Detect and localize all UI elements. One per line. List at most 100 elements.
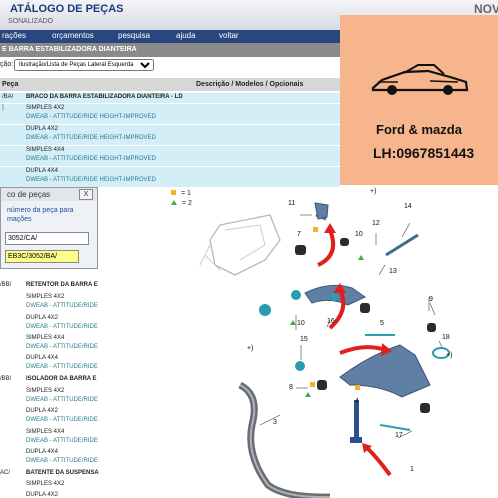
variant-detail: DWEAB - ATTITUDE/RIDE xyxy=(26,438,98,444)
callout-8: 8 xyxy=(289,384,293,391)
variant-name: SIMPLES 4X2 xyxy=(26,105,65,111)
popup-title: co de peças xyxy=(7,190,51,199)
group-description: RETENTOR DA BARRA E xyxy=(26,282,98,288)
table-row-group[interactable]: AC/ BATENTE DA SUSPENSA xyxy=(0,470,100,479)
view-selector-row: ção: Ilustração/Lista de Peças Lateral E… xyxy=(0,59,154,71)
callout-11: 11 xyxy=(288,200,296,207)
app-subtitle: SONALIZADO xyxy=(8,18,54,25)
group-description: BATENTE DA SUSPENSA xyxy=(26,470,99,476)
ad-banner: Ford & mazda LH:0967851443 xyxy=(340,15,498,185)
variant-name: DUPLA 4X4 xyxy=(26,168,59,174)
group-code: /BB/ xyxy=(0,376,12,382)
table-row[interactable]: SIMPLES 4X4 DWEAB - ATTITUDE/RIDE HEIGHT… xyxy=(0,146,340,166)
variant-detail: DWEAB - ATTITUDE/RIDE HEIGHT-IMPROVED xyxy=(26,135,156,141)
table-row[interactable]: DUPLA 4X2 DWEAB - ATTITUDE/RIDE xyxy=(0,408,100,426)
variant-detail: DWEAB - ATTITUDE/RIDE xyxy=(26,303,98,309)
variant-name: DUPLA 4X2 xyxy=(26,126,59,132)
view-select[interactable]: Ilustração/Lista de Peças Lateral Esquer… xyxy=(14,59,154,71)
variant-detail: DWEAB - ATTITUDE/RIDE HEIGHT-IMPROVED xyxy=(26,177,156,183)
menu-item-pesquisa[interactable]: pesquisa xyxy=(118,31,150,40)
variant-name: DUPLA 4X2 xyxy=(26,492,59,498)
app-title: ATÁLOGO DE PEÇAS xyxy=(10,3,124,15)
table-row[interactable]: DUPLA 4X4 DWEAB - ATTITUDE/RIDE HEIGHT-I… xyxy=(0,167,340,187)
variant-name: SIMPLES 4X4 xyxy=(26,335,65,341)
callout-10: 10 xyxy=(355,231,363,238)
close-icon[interactable]: X xyxy=(79,189,93,200)
variant-detail: DWEAB - ATTITUDE/RIDE xyxy=(26,458,98,464)
group-description: ISOLADOR DA BARRA E xyxy=(26,376,97,382)
callout-15: 15 xyxy=(300,336,308,343)
callout-plus: +) xyxy=(247,345,254,352)
variant-name: SIMPLES 4X4 xyxy=(26,429,65,435)
table-row[interactable]: SIMPLES 4X2 DWEAB - ATTITUDE/RIDE xyxy=(0,294,100,312)
callout-4: 4 xyxy=(355,398,359,405)
popup-titlebar: co de peças X xyxy=(1,188,97,201)
callout-16: 16 xyxy=(327,318,335,325)
variant-name: SIMPLES 4X2 xyxy=(26,388,65,394)
table-row[interactable]: SIMPLES 4X2 xyxy=(0,481,100,490)
table-row-group[interactable]: /BB/ RETENTOR DA BARRA E xyxy=(0,282,100,291)
variant-name: SIMPLES 4X4 xyxy=(26,147,65,153)
table-row[interactable]: DUPLA 4X4 DWEAB - ATTITUDE/RIDE xyxy=(0,449,100,467)
callout-13: 13 xyxy=(389,268,397,275)
variant-name: DUPLA 4X4 xyxy=(26,355,59,361)
table-row[interactable]: SIMPLES 4X2 DWEAB - ATTITUDE/RIDE xyxy=(0,388,100,406)
popup-instruction: número da peça para mações xyxy=(7,206,74,224)
callout-5: 5 xyxy=(380,320,384,327)
variant-detail: DWEAB - ATTITUDE/RIDE xyxy=(26,364,98,370)
variant-detail: DWEAB - ATTITUDE/RIDE xyxy=(26,397,98,403)
variant-detail: DWEAB - ATTITUDE/RIDE HEIGHT-IMPROVED xyxy=(26,114,156,120)
column-header-code: Peça xyxy=(2,81,19,88)
square-marker-icon xyxy=(171,190,176,195)
table-row-group[interactable]: /BA/ BRACO DA BARRA ESTABILIZADORA DIANT… xyxy=(0,93,340,103)
callout-12: 12 xyxy=(372,220,380,227)
table-row[interactable]: SIMPLES 4X4 DWEAB - ATTITUDE/RIDE xyxy=(0,429,100,447)
callout-17: 17 xyxy=(395,432,403,439)
variant-name: DUPLA 4X4 xyxy=(26,449,59,455)
menu-item-operacoes[interactable]: rações xyxy=(2,31,26,40)
table-row[interactable]: DUPLA 4X2 xyxy=(0,492,100,498)
ad-brand-text: Ford & mazda xyxy=(376,122,462,137)
row-marker: ] xyxy=(2,105,4,111)
callout-10b: 10 xyxy=(297,320,305,327)
ad-phone-text: LH:0967851443 xyxy=(373,145,475,161)
callout-18: 18 xyxy=(442,334,450,341)
variant-detail: DWEAB - ATTITUDE/RIDE xyxy=(26,344,98,350)
group-code: /BB/ xyxy=(0,282,12,288)
callout-3: 3 xyxy=(273,419,277,426)
part-number-input[interactable]: 3052/CA/ xyxy=(5,232,89,245)
variant-name: SIMPLES 4X2 xyxy=(26,294,65,300)
column-header: Peça Descrição / Modelos / Opcionais xyxy=(0,78,340,91)
table-row[interactable]: DUPLA 4X2 DWEAB - ATTITUDE/RIDE xyxy=(0,315,100,333)
callout-7: 7 xyxy=(297,231,301,238)
menu-item-ajuda[interactable]: ajuda xyxy=(176,31,196,40)
group-description: BRACO DA BARRA ESTABILIZADORA DIANTEIRA … xyxy=(26,94,183,100)
variant-detail: DWEAB - ATTITUDE/RIDE xyxy=(26,324,98,330)
variant-detail: DWEAB - ATTITUDE/RIDE xyxy=(26,417,98,423)
table-row[interactable]: ] SIMPLES 4X2 DWEAB - ATTITUDE/RIDE HEIG… xyxy=(0,104,340,124)
variant-name: DUPLA 4X2 xyxy=(26,408,59,414)
header-corner-text: NOV xyxy=(474,2,498,16)
menu-item-orcamentos[interactable]: orçamentos xyxy=(52,31,94,40)
callout-9: 9 xyxy=(429,296,433,303)
callout-plus: +) xyxy=(370,188,377,195)
view-label: ção: xyxy=(0,61,14,68)
table-row-group[interactable]: /BB/ ISOLADOR DA BARRA E xyxy=(0,376,100,385)
group-code: /BA/ xyxy=(2,94,14,100)
callout-plus: +) xyxy=(446,352,453,359)
column-header-description: Descrição / Modelos / Opcionais xyxy=(196,81,304,88)
part-number-result[interactable]: EB3C/3052/BA/ xyxy=(5,250,79,263)
menu-item-voltar[interactable]: voltar xyxy=(219,31,239,40)
callout-1: 1 xyxy=(410,466,414,473)
table-row[interactable]: DUPLA 4X4 DWEAB - ATTITUDE/RIDE xyxy=(0,355,100,373)
part-search-popup: co de peças X número da peça para mações… xyxy=(0,187,98,269)
callout-14: 14 xyxy=(404,203,412,210)
sports-car-logo xyxy=(371,64,469,95)
table-row[interactable]: SIMPLES 4X4 DWEAB - ATTITUDE/RIDE xyxy=(0,335,100,353)
variant-name: SIMPLES 4X2 xyxy=(26,481,65,487)
variant-name: DUPLA 4X2 xyxy=(26,315,59,321)
table-row[interactable]: DUPLA 4X2 DWEAB - ATTITUDE/RIDE HEIGHT-I… xyxy=(0,125,340,145)
suspension-diagram xyxy=(199,202,450,498)
popup-instruction-line-2: mações xyxy=(7,216,32,223)
group-code: AC/ xyxy=(0,470,11,476)
